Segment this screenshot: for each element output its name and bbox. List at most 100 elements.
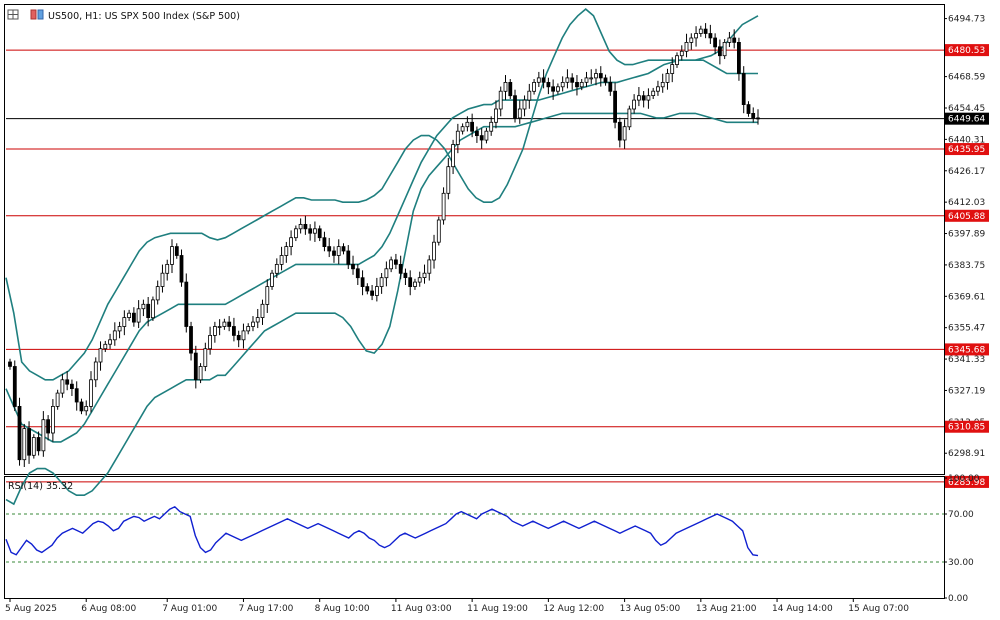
time-tick-label: 11 Aug 19:00 — [467, 604, 528, 614]
candle-body — [70, 383, 74, 390]
candle — [436, 216, 441, 246]
candle-body — [346, 250, 351, 265]
candle-body — [327, 246, 332, 252]
candle-body — [379, 277, 384, 288]
candle-body — [403, 272, 408, 279]
candle-body — [365, 286, 370, 292]
candle-body — [646, 95, 651, 101]
candle-body — [622, 126, 627, 141]
candle-body — [231, 326, 236, 336]
candle-body — [498, 90, 503, 110]
candle-body — [503, 82, 508, 92]
candle-body — [455, 130, 460, 145]
candle — [12, 360, 17, 412]
time-tick-label: 13 Aug 05:00 — [620, 604, 681, 614]
candle-body — [227, 321, 232, 327]
candle-body — [55, 392, 60, 407]
candle-body — [136, 308, 141, 323]
candle-body — [694, 33, 698, 39]
time-tick-label: 6 Aug 08:00 — [81, 604, 136, 614]
candle-body — [336, 246, 341, 256]
level-price-tag: 6345.68 — [945, 343, 989, 356]
candle-body — [241, 330, 246, 341]
candle — [150, 296, 155, 321]
candle-body — [737, 42, 741, 74]
candle-body — [422, 272, 427, 279]
level-price-tag: 6310.85 — [945, 420, 989, 433]
current-price-tag: 6449.64 — [945, 112, 989, 125]
candle-body — [546, 82, 551, 88]
candle-body — [17, 405, 22, 461]
candle-body — [112, 330, 117, 341]
candle-body — [536, 77, 541, 83]
candle-body — [65, 379, 70, 385]
candle — [184, 273, 189, 333]
candle-body — [36, 437, 41, 452]
price-tick-label: 6298.91 — [948, 449, 985, 459]
rsi-title: RSI(14) 35.32 — [8, 481, 73, 492]
candle-body — [317, 228, 322, 239]
level-tag-label: 6480.53 — [948, 46, 985, 56]
candle-body — [451, 144, 456, 168]
candle-body — [417, 277, 422, 283]
candle-body — [222, 321, 227, 327]
level-tag-label: 6345.68 — [948, 345, 985, 355]
candle-body — [51, 405, 55, 434]
candle-body — [608, 82, 613, 92]
candle-body — [732, 37, 737, 43]
candle-body — [370, 290, 375, 296]
candle — [17, 397, 22, 466]
level-tag-label: 6405.88 — [948, 212, 985, 222]
candle-body — [575, 82, 579, 88]
candle-body — [751, 113, 756, 119]
rsi-tick-label: 0.00 — [948, 594, 968, 604]
candle-body — [665, 73, 670, 83]
candle-body — [46, 419, 50, 434]
candle-body — [198, 366, 203, 381]
candle-body — [675, 55, 679, 66]
candle-blue-icon — [37, 9, 44, 20]
candle-body — [632, 99, 636, 110]
candle-body — [584, 77, 589, 83]
candle — [627, 105, 632, 131]
candle-red-icon — [30, 9, 37, 20]
candle-body — [160, 272, 165, 287]
candle-body — [374, 286, 379, 296]
candle-body — [84, 405, 89, 412]
candle-body — [203, 348, 208, 367]
candle-body — [551, 86, 555, 92]
current-price-tag-label: 6449.64 — [948, 115, 985, 125]
candle-body — [427, 259, 432, 274]
candle-body — [718, 46, 722, 57]
candle — [198, 363, 203, 384]
candle-body — [398, 263, 403, 274]
price-tick-label: 6426.17 — [948, 167, 985, 177]
candle-body — [408, 277, 413, 288]
candle-body — [255, 317, 260, 323]
price-tick-label: 6327.19 — [948, 386, 985, 396]
candle — [31, 434, 36, 459]
candle-body — [570, 77, 575, 83]
candle-body — [170, 246, 174, 265]
candle-body — [303, 223, 308, 230]
candle-body — [527, 90, 532, 101]
candle — [508, 79, 513, 100]
candle-body — [389, 259, 394, 270]
level-price-tag: 6435.95 — [945, 143, 989, 156]
candle-body — [193, 352, 198, 381]
candle-body — [293, 228, 298, 239]
candle-body — [637, 95, 641, 101]
candle-body — [703, 28, 708, 34]
candle-body — [341, 246, 346, 252]
time-tick-label: 8 Aug 10:00 — [315, 604, 370, 614]
candle-body — [489, 121, 494, 132]
candle-body — [393, 259, 398, 265]
time-tick-label: 7 Aug 17:00 — [238, 604, 293, 614]
candle-body — [698, 28, 703, 34]
candle-body — [103, 343, 108, 350]
candle-body — [598, 73, 603, 79]
time-tick-label: 13 Aug 21:00 — [696, 604, 757, 614]
candle-body — [436, 219, 441, 243]
price-tick-label: 6494.73 — [948, 15, 985, 25]
price-chart-canvas[interactable]: US500, H1: US SPX 500 Index (S&P 500) 64… — [0, 0, 1000, 620]
